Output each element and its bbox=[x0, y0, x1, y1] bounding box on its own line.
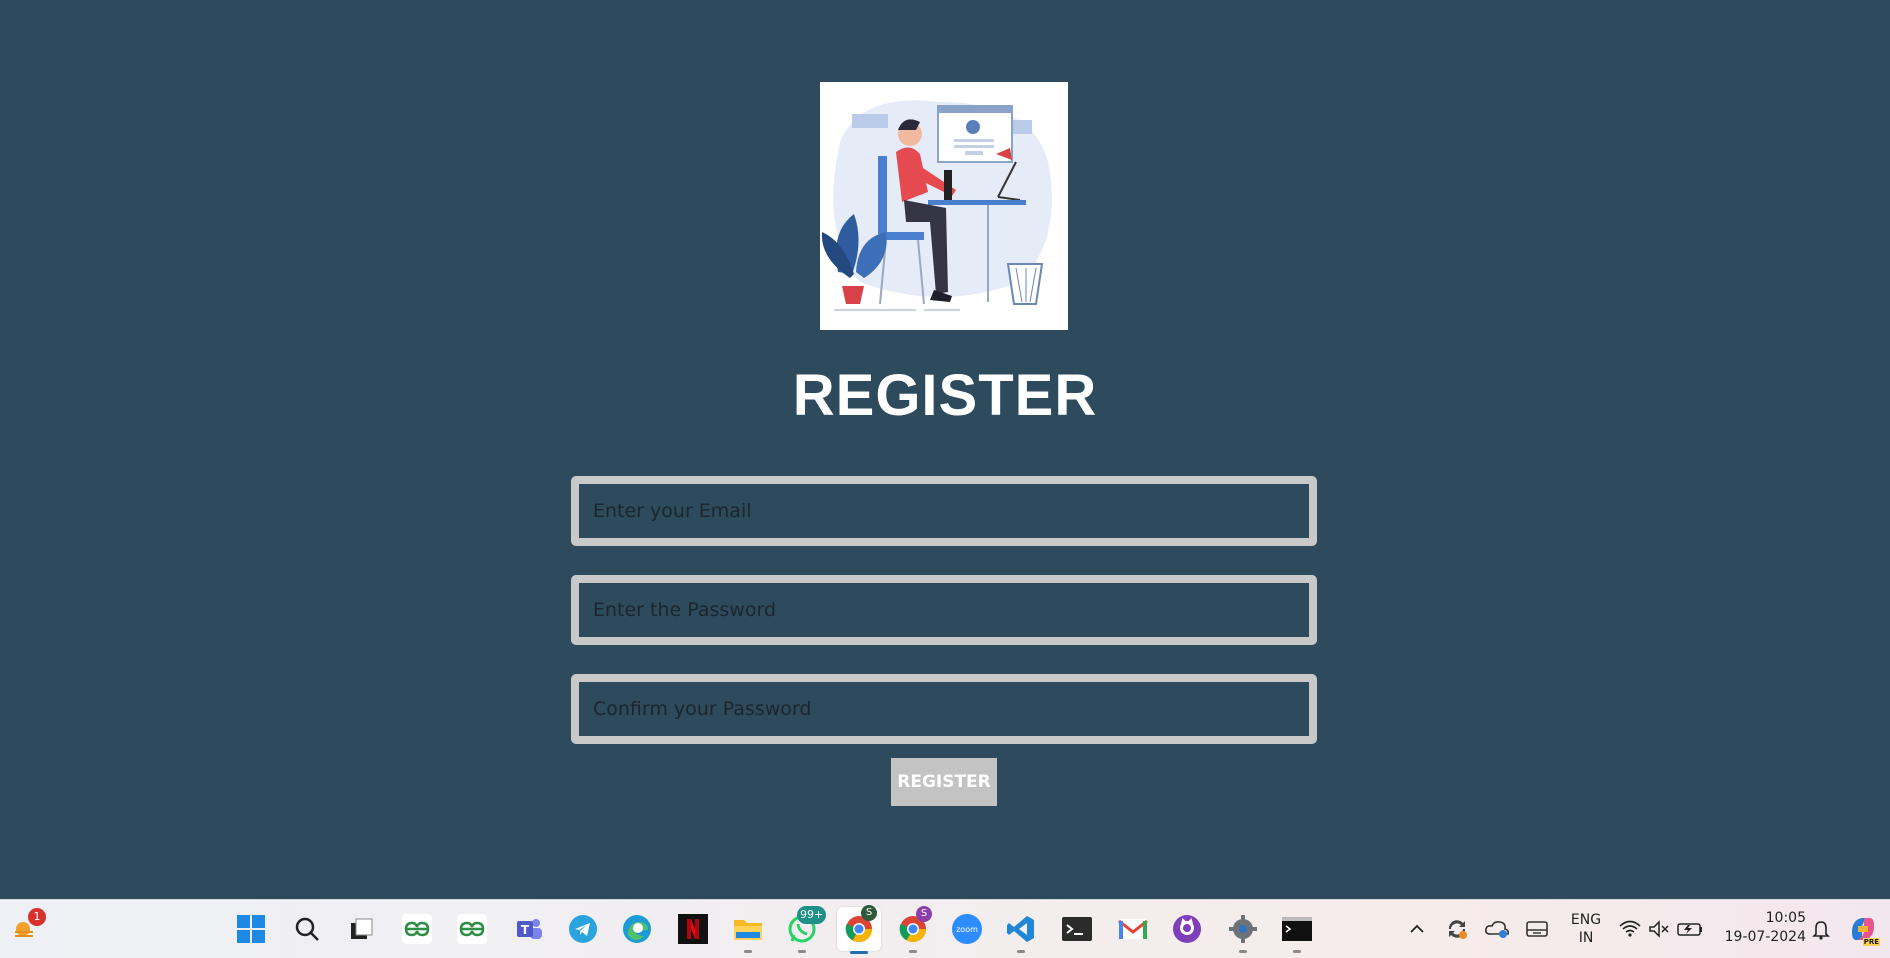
windows-icon bbox=[237, 915, 265, 943]
profile-badge: S bbox=[916, 906, 932, 922]
keyboard-icon bbox=[1526, 921, 1548, 937]
notification-badge: 1 bbox=[28, 908, 46, 926]
running-indicator bbox=[1017, 950, 1025, 953]
folder-icon bbox=[734, 920, 762, 940]
cloud-icon bbox=[1485, 921, 1509, 938]
unread-badge: 99+ bbox=[797, 906, 827, 924]
notifications-button[interactable] bbox=[1804, 912, 1838, 946]
taskbar-app-terminal[interactable] bbox=[1060, 912, 1094, 946]
input-language-indicator[interactable]: ENG IN bbox=[1566, 911, 1606, 947]
start-button[interactable] bbox=[234, 912, 268, 946]
volume-muted-icon bbox=[1649, 920, 1669, 938]
email-input[interactable] bbox=[571, 476, 1317, 546]
taskbar-app-vscode[interactable] bbox=[1004, 912, 1038, 953]
quick-settings-icons bbox=[1619, 920, 1702, 938]
wifi-icon bbox=[1619, 920, 1641, 937]
zoom-label: zoom bbox=[956, 924, 978, 934]
clock-time: 10:05 bbox=[1765, 910, 1806, 926]
edge-icon bbox=[623, 915, 651, 943]
taskbar-app-settings[interactable] bbox=[1226, 912, 1260, 953]
running-indicator bbox=[850, 951, 868, 954]
search-icon bbox=[295, 917, 319, 941]
taskbar-app-whatsapp[interactable]: 99+ bbox=[785, 906, 827, 953]
page-title: REGISTER bbox=[792, 363, 1098, 428]
taskbar-app-chrome[interactable]: S bbox=[896, 906, 932, 953]
profile-badge: S bbox=[861, 905, 877, 921]
copilot-preview-label: PRE bbox=[1862, 938, 1880, 946]
onedrive-tray-button[interactable] bbox=[1480, 912, 1514, 946]
task-view-icon bbox=[351, 918, 373, 939]
running-indicator bbox=[1239, 950, 1247, 953]
taskbar: 1 T 99+ S S zoom ENG IN 10:05 19-07-2024… bbox=[0, 899, 1890, 958]
running-indicator bbox=[798, 950, 806, 953]
password-input[interactable] bbox=[571, 575, 1317, 645]
taskbar-app-geeksforgeeks[interactable] bbox=[400, 912, 434, 946]
taskbar-app-teams[interactable]: T bbox=[512, 912, 546, 946]
chevron-up-icon bbox=[1410, 924, 1424, 933]
terminal-icon bbox=[1062, 917, 1092, 941]
taskbar-app-netflix[interactable] bbox=[676, 912, 710, 946]
bell-icon bbox=[1812, 921, 1830, 940]
quick-settings-button[interactable] bbox=[1616, 912, 1712, 946]
geeksforgeeks-icon bbox=[402, 914, 432, 944]
github-icon bbox=[1173, 915, 1201, 943]
task-view-button[interactable] bbox=[344, 912, 378, 946]
gmail-icon bbox=[1118, 919, 1148, 939]
taskbar-app-console[interactable] bbox=[1280, 912, 1314, 953]
vscode-icon bbox=[1007, 916, 1034, 942]
gear-icon bbox=[1229, 915, 1257, 943]
confirm-password-input[interactable] bbox=[571, 674, 1317, 744]
console-icon bbox=[1282, 917, 1312, 941]
clock-date: 19-07-2024 bbox=[1724, 929, 1806, 945]
svg-text:T: T bbox=[521, 923, 530, 937]
sync-tray-button[interactable] bbox=[1440, 912, 1474, 946]
running-indicator bbox=[744, 950, 752, 953]
zoom-icon: zoom bbox=[952, 914, 982, 944]
show-hidden-icons-button[interactable] bbox=[1400, 912, 1434, 946]
register-illustration bbox=[820, 82, 1068, 330]
clock[interactable]: 10:05 19-07-2024 bbox=[1716, 909, 1806, 947]
taskbar-app-zoom[interactable]: zoom bbox=[950, 912, 984, 946]
geeksforgeeks-icon bbox=[457, 914, 487, 944]
copilot-button[interactable]: PRE bbox=[1846, 912, 1880, 946]
sync-icon bbox=[1448, 920, 1467, 939]
taskbar-app-github[interactable] bbox=[1170, 912, 1204, 946]
touch-keyboard-button[interactable] bbox=[1520, 912, 1554, 946]
taskbar-app-telegram[interactable] bbox=[566, 912, 600, 946]
teams-icon: T bbox=[517, 919, 542, 939]
taskbar-app-edge[interactable] bbox=[620, 912, 654, 946]
battery-charging-icon bbox=[1677, 923, 1702, 936]
register-button[interactable]: REGISTER bbox=[891, 758, 997, 806]
search-button[interactable] bbox=[290, 912, 324, 946]
running-indicator bbox=[1293, 950, 1301, 953]
netflix-icon bbox=[678, 914, 708, 944]
telegram-icon bbox=[569, 915, 597, 943]
taskbar-app-chrome-active[interactable]: S bbox=[837, 905, 881, 954]
language-code: ENG bbox=[1570, 912, 1602, 928]
taskbar-app-geeksforgeeks-2[interactable] bbox=[455, 912, 489, 946]
taskbar-app-file-explorer[interactable] bbox=[731, 912, 765, 953]
taskbar-app-gmail[interactable] bbox=[1116, 912, 1150, 946]
weather-widget[interactable]: 1 bbox=[8, 908, 46, 946]
register-page: REGISTER REGISTER bbox=[0, 0, 1890, 899]
region-code: IN bbox=[1578, 930, 1594, 946]
running-indicator bbox=[909, 950, 917, 953]
